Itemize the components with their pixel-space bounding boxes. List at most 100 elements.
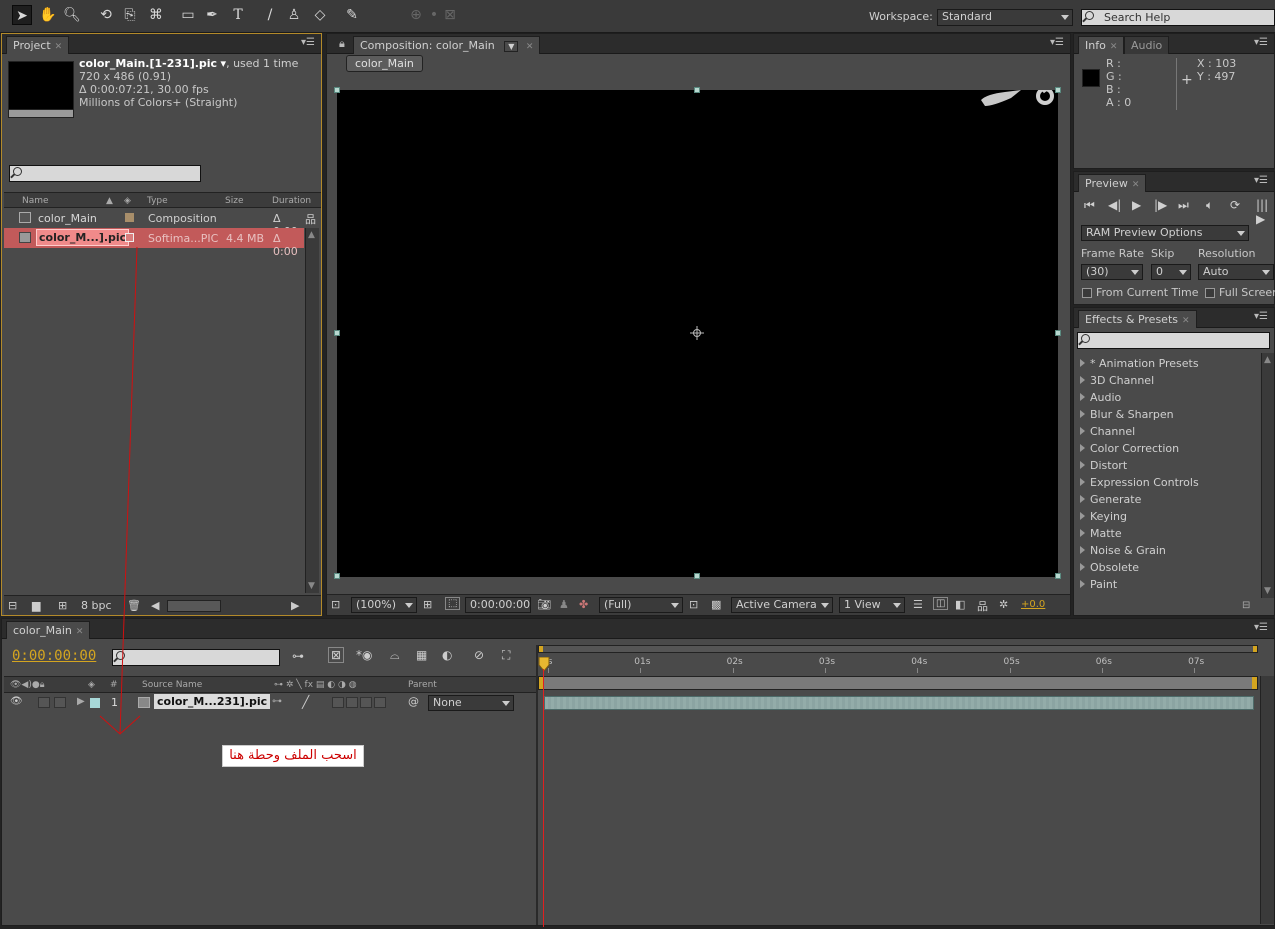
effects-category-item[interactable]: Keying <box>1080 508 1127 525</box>
current-time-indicator-line[interactable] <box>543 669 544 927</box>
mask-visibility-icon[interactable]: ⬚ <box>445 597 461 610</box>
pick-whip-icon[interactable]: @ <box>408 695 419 708</box>
time-navigator[interactable] <box>538 645 1258 653</box>
view-layout-select[interactable]: 1 View <box>839 597 905 613</box>
effects-category-item[interactable]: Paint <box>1080 576 1117 593</box>
transform-handle[interactable] <box>1055 330 1061 336</box>
panel-menu-icon[interactable]: ▾☰ <box>1254 622 1268 633</box>
effects-scrollbar[interactable]: ▲ ▼ <box>1261 353 1274 598</box>
effects-category-item[interactable]: Obsolete <box>1080 559 1139 576</box>
full-screen-checkbox[interactable] <box>1205 288 1215 298</box>
composition-mini-flowchart-icon[interactable]: ⊶ <box>292 649 304 663</box>
from-current-time-checkbox[interactable] <box>1082 288 1092 298</box>
tab-effects-presets[interactable]: Effects & Presets ✕ <box>1078 310 1197 328</box>
work-area-bar[interactable] <box>538 676 1258 690</box>
flowchart-icon[interactable]: 品 <box>977 598 988 614</box>
effects-search-input[interactable] <box>1077 332 1270 349</box>
transform-handle[interactable] <box>1055 573 1061 579</box>
panel-menu-icon[interactable]: ▾☰ <box>301 37 315 48</box>
shy-switch-icon[interactable]: ⊶ <box>272 696 282 707</box>
frame-blending-icon[interactable]: ▦ <box>416 648 427 662</box>
motion-blur-icon[interactable]: ◐ <box>442 648 452 662</box>
time-ruler[interactable]: 0s01s02s03s04s05s06s07s <box>538 655 1258 675</box>
anchor-point-icon[interactable] <box>690 326 704 340</box>
tab-preview[interactable]: Preview ✕ <box>1078 174 1147 192</box>
hide-shy-icon[interactable]: ⌓ <box>390 648 400 663</box>
timeline-search-input[interactable] <box>112 649 280 666</box>
switch-box[interactable] <box>346 697 358 708</box>
graph-editor-icon[interactable]: ⊘ <box>474 648 484 662</box>
lock-toggle[interactable] <box>54 697 66 708</box>
always-preview-icon[interactable]: ⊡ <box>331 598 340 611</box>
effects-category-item[interactable]: Distort <box>1080 457 1127 474</box>
effects-category-item[interactable]: 3D Channel <box>1080 372 1154 389</box>
transparency-grid-icon[interactable]: ▩ <box>711 598 721 611</box>
bpc-label[interactable]: 8 bpc <box>81 599 112 612</box>
selection-tool-icon[interactable]: ➤ <box>12 5 32 25</box>
previous-frame-icon[interactable]: ◀| <box>1108 198 1121 212</box>
snapshot-icon[interactable]: 📷︎ <box>537 598 551 611</box>
expand-triangle-icon[interactable] <box>1080 376 1085 384</box>
solo-toggle[interactable] <box>38 697 50 708</box>
effects-category-item[interactable]: Blur & Sharpen <box>1080 406 1174 423</box>
parent-select[interactable]: None <box>428 695 514 711</box>
expand-triangle-icon[interactable] <box>1080 512 1085 520</box>
camera-select[interactable]: Active Camera <box>731 597 833 613</box>
current-time-field[interactable]: 0:00:00:00 <box>465 597 531 613</box>
play-icon[interactable]: ▶ <box>1132 198 1141 212</box>
lock-icon[interactable]: 🔒︎ <box>339 37 345 51</box>
expand-triangle-icon[interactable] <box>1080 529 1085 537</box>
effects-category-item[interactable]: Color Correction <box>1080 440 1179 457</box>
project-scrollbar[interactable]: ▲ ▼ <box>305 228 319 593</box>
hand-tool-icon[interactable]: ✋ <box>38 5 58 25</box>
effects-category-item[interactable]: Expression Controls <box>1080 474 1199 491</box>
transform-handle[interactable] <box>694 87 700 93</box>
current-time-indicator-head[interactable] <box>538 656 550 672</box>
eraser-tool-icon[interactable]: ◇ <box>310 5 330 25</box>
layer-row[interactable]: 👁 ▶ 1 color_M...231].pic ⊶ ╱ @ None <box>4 694 536 712</box>
composition-breadcrumb[interactable]: color_Main <box>346 55 423 72</box>
panel-menu-icon[interactable]: ▾☰ <box>1254 311 1268 322</box>
expand-triangle-icon[interactable] <box>1080 580 1085 588</box>
column-name[interactable]: Name <box>22 193 49 209</box>
expand-triangle-icon[interactable] <box>1080 444 1085 452</box>
channel-icon[interactable]: ✤ <box>579 598 588 611</box>
transform-handle[interactable] <box>334 573 340 579</box>
interpret-footage-icon[interactable]: ⊟ <box>8 599 17 612</box>
column-type[interactable]: Type <box>147 193 168 209</box>
expand-triangle-icon[interactable] <box>1080 410 1085 418</box>
effects-category-item[interactable]: Matte <box>1080 525 1122 542</box>
effects-category-item[interactable]: * Animation Presets <box>1080 355 1199 372</box>
resolution-select[interactable]: (Full) <box>599 597 683 613</box>
zoom-tool-icon[interactable]: 🔍︎ <box>62 5 82 25</box>
transform-handle[interactable] <box>694 573 700 579</box>
timeline-icon[interactable]: ◧ <box>955 598 965 611</box>
audio-icon[interactable]: 🔈︎ <box>1206 198 1213 213</box>
draft-3d-icon[interactable]: *◉ <box>356 648 372 662</box>
layer-duration-bar[interactable] <box>544 696 1254 710</box>
panel-menu-icon[interactable]: ▾☰ <box>1050 37 1064 48</box>
first-frame-icon[interactable]: ⏮ <box>1084 198 1095 213</box>
expand-triangle-icon[interactable] <box>1080 563 1085 571</box>
column-duration[interactable]: Duration <box>272 193 311 209</box>
frame-rate-select[interactable]: (30) <box>1081 264 1143 280</box>
ram-preview-icon[interactable]: |||▶ <box>1256 198 1274 226</box>
timeline-side-scrollbar[interactable] <box>1260 676 1274 924</box>
new-folder-icon[interactable]: ▆ <box>32 599 40 612</box>
tab-composition[interactable]: Composition: color_Main ▼ ✕ <box>353 36 541 54</box>
transform-handle[interactable] <box>1055 87 1061 93</box>
trash-icon[interactable]: 🗑︎ <box>127 599 141 612</box>
pan-behind-tool-icon[interactable]: ⌘ <box>146 5 166 25</box>
puppet-pin-tool-icon[interactable]: ✎ <box>342 5 362 25</box>
new-composition-icon[interactable]: ⊞ <box>58 599 67 612</box>
horizontal-scrollbar[interactable] <box>167 600 221 612</box>
pixel-aspect-icon[interactable]: ☰ <box>913 598 923 611</box>
expand-triangle-icon[interactable] <box>1080 359 1085 367</box>
grid-icon[interactable]: ⊞ <box>423 598 432 611</box>
expand-triangle-icon[interactable] <box>1080 478 1085 486</box>
panel-menu-icon[interactable]: ▾☰ <box>1254 175 1268 186</box>
live-update-icon[interactable]: ⊠ <box>328 647 345 663</box>
column-parent[interactable]: Parent <box>408 677 437 693</box>
exposure-value[interactable]: +0.0 <box>1021 599 1045 610</box>
pen-tool-icon[interactable]: ✒ <box>202 5 222 25</box>
